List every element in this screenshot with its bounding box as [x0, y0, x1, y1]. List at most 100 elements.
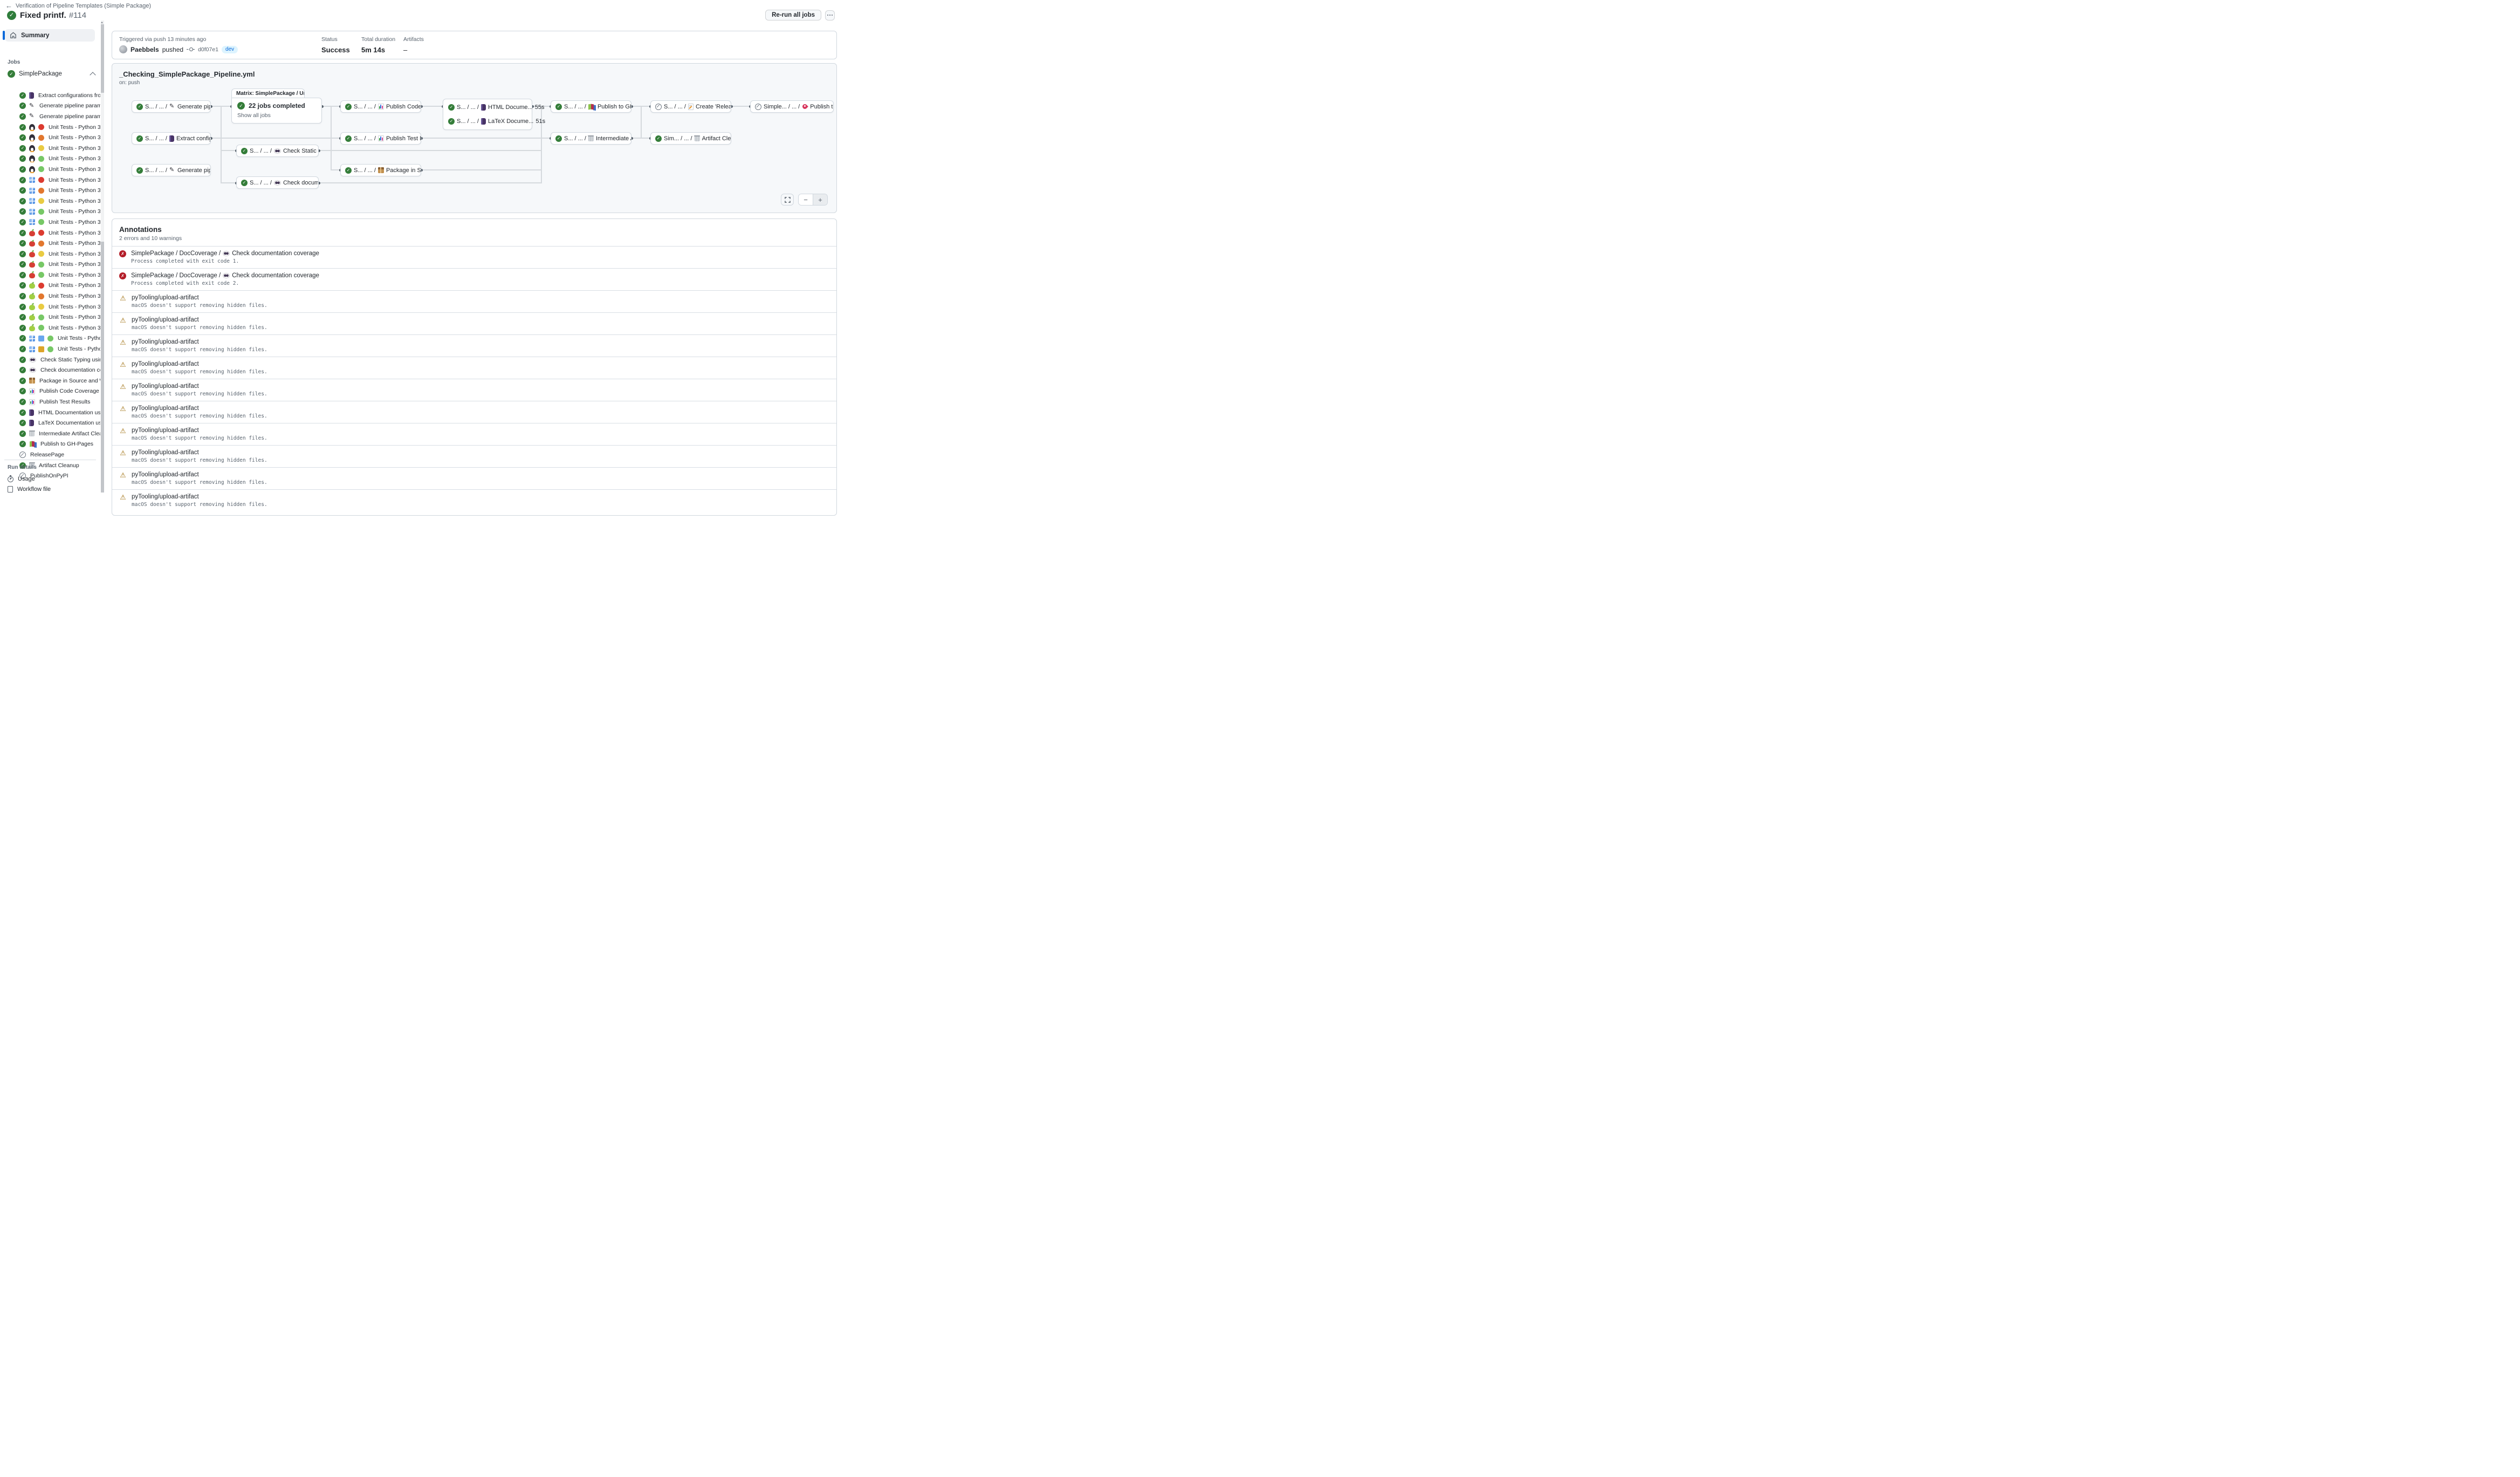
scrollbar-up-arrow[interactable] — [101, 22, 103, 23]
sidebar-job-item[interactable]: ✓Unit Tests - Python 3.10 — [0, 291, 100, 302]
annotation-title[interactable]: pyTooling/upload-artifact — [132, 361, 267, 367]
check-icon: ✓ — [241, 148, 248, 154]
annotation-title[interactable]: SimplePackage / DocCoverage /Check docum… — [131, 250, 319, 257]
sidebar-job-item[interactable]: ✓Unit Tests - Python 3.12 — [0, 207, 100, 217]
sidebar-job-item[interactable]: ✓Unit Tests - Python 3.13 — [0, 217, 100, 228]
sidebar-job-item[interactable]: ✓✎Generate pipeline parameters — [0, 101, 100, 112]
sidebar-job-item[interactable]: ✓Unit Tests - Python 3.9 — [0, 122, 100, 133]
sidebar-job-item[interactable]: ✓Unit Tests - Python 3.9 — [0, 281, 100, 291]
graph-node-publish-code-cov[interactable]: ✓S... / ... /Publish Code C...20s — [340, 100, 421, 113]
sidebar-item-workflow-file[interactable]: Workflow file — [0, 484, 100, 493]
annotation-title[interactable]: pyTooling/upload-artifact — [132, 449, 267, 456]
sidebar-job-item[interactable]: ✓Unit Tests - Python 3.12 — [0, 333, 100, 344]
breadcrumb[interactable]: ← Verification of Pipeline Templates (Si… — [5, 2, 151, 9]
sidebar-job-item[interactable]: ✓Unit Tests - Python 3.13 — [0, 323, 100, 333]
chart-icon — [378, 135, 384, 141]
sidebar-job-item[interactable]: ✓✎Generate pipeline parameters — [0, 111, 100, 122]
check-icon: ✓ — [19, 293, 26, 299]
sidebar-job-item[interactable]: ✓Intermediate Artifact Cleanup — [0, 428, 100, 439]
graph-node-publish-pypi[interactable]: Simple... / ... /Publish to PyPI — [750, 100, 834, 113]
annotation-title[interactable]: pyTooling/upload-artifact — [132, 427, 267, 434]
graph-node-gh-pages[interactable]: ✓S... / ... /Publish to GH-P...7s — [551, 100, 631, 113]
graph-node-generate-1[interactable]: ✓S... / ... /✎Generate pipelin...0s — [132, 100, 211, 113]
sidebar-job-item[interactable]: ✓Extract configurations from p... — [0, 90, 100, 101]
fullscreen-button[interactable] — [781, 194, 794, 206]
sidebar-job-item[interactable]: ✓Unit Tests - Python 3.11 — [0, 143, 100, 154]
graph-node-publish-test[interactable]: ✓S... / ... /Publish Test Re...13s — [340, 132, 421, 145]
avatar[interactable] — [119, 45, 127, 53]
annotation-title[interactable]: SimplePackage / DocCoverage /Check docum… — [131, 272, 319, 279]
sidebar-job-item[interactable]: ✓Unit Tests - Python 3.11 — [0, 249, 100, 259]
sidebar-group-simplepackage[interactable]: ✓ SimplePackage — [8, 70, 95, 78]
branch-badge[interactable]: dev — [222, 46, 238, 53]
show-all-jobs-link[interactable]: Show all jobs — [237, 112, 316, 119]
annotation-title[interactable]: pyTooling/upload-artifact — [132, 383, 267, 389]
sidebar-job-item[interactable]: ✓Unit Tests - Python 3.13 — [0, 164, 100, 175]
zoom-out-button[interactable]: − — [799, 194, 813, 205]
sidebar-job-item[interactable]: ✓Unit Tests - Python 3.9 — [0, 175, 100, 186]
graph-node-extract[interactable]: ✓S... / ... /Extract configur...4s — [132, 132, 211, 145]
trigger-column: Triggered via push 13 minutes ago Paebbe… — [119, 36, 238, 53]
zoom-in-button[interactable]: + — [813, 194, 827, 205]
sidebar-item-summary[interactable]: Summary — [5, 29, 95, 42]
sidebar-job-item[interactable]: ✓Publish Test Results — [0, 396, 100, 407]
job-label: Unit Tests - Python 3.12 — [58, 335, 100, 341]
sidebar-job-item[interactable]: ✓Publish Code Coverage Results — [0, 386, 100, 397]
error-icon: ✗ — [119, 250, 126, 257]
windows-icon — [29, 336, 35, 341]
sidebar-job-item[interactable]: ✓HTML Documentation using ... — [0, 407, 100, 418]
group-node-row[interactable]: ✓S... / ... /LaTeX Docume...51s — [443, 114, 532, 128]
graph-node-intermediate[interactable]: ✓S... / ... /Intermediate A...16s — [551, 132, 631, 145]
sidebar-job-item[interactable]: ✓Unit Tests - Python 3.11 — [0, 196, 100, 207]
annotation-title[interactable]: pyTooling/upload-artifact — [132, 405, 267, 412]
scrollbar-thumb[interactable] — [101, 24, 104, 93]
sidebar-job-item[interactable]: ✓Check Static Typing using Pyt... — [0, 354, 100, 365]
sidebar-job-item[interactable]: ✓Unit Tests - Python 3.11 — [0, 302, 100, 312]
sidebar-job-item[interactable]: ✓Check documentation covera... — [0, 365, 100, 375]
sidebar-job-item[interactable]: ✓Unit Tests - Python 3.10 — [0, 132, 100, 143]
graph-node-package[interactable]: ✓S... / ... /Package in Sou...18s — [340, 164, 421, 176]
back-arrow-icon[interactable]: ← — [5, 2, 12, 9]
annotation-title[interactable]: pyTooling/upload-artifact — [132, 494, 267, 500]
sidebar-job-item[interactable]: ✓Unit Tests - Python 3.12 — [0, 154, 100, 165]
summary-label: Summary — [21, 32, 49, 39]
sidebar-job-item[interactable]: ✓Unit Tests - Python 3.13 — [0, 270, 100, 281]
chevron-up-icon[interactable] — [90, 72, 95, 78]
sidebar-job-item[interactable]: ✓LaTeX Documentation using ... — [0, 418, 100, 428]
graph-node-create-release[interactable]: S... / ... /Create 'Release Pa... — [650, 100, 731, 113]
sidebar-job-item[interactable]: ReleasePage — [0, 449, 100, 460]
actor-name[interactable]: Paebbels — [131, 46, 159, 53]
annotation-title[interactable]: pyTooling/upload-artifact — [132, 471, 267, 478]
sidebar-job-item[interactable]: ✓Unit Tests - Python 3.12 — [0, 312, 100, 323]
group-node-row[interactable]: ✓S... / ... /HTML Docume...55s — [443, 100, 532, 114]
sidebar-job-item[interactable]: ✓Unit Tests - Python 3.12 — [0, 259, 100, 270]
annotation-title[interactable]: pyTooling/upload-artifact — [132, 295, 267, 301]
sidebar-job-item[interactable]: ✓Unit Tests - Python 3.10 — [0, 185, 100, 196]
annotation-title[interactable]: pyTooling/upload-artifact — [132, 339, 267, 345]
matrix-node[interactable]: ✓ 22 jobs completed Show all jobs — [231, 98, 322, 124]
sidebar-job-item[interactable]: ✓Package in Source and Wheel... — [0, 375, 100, 386]
graph-node-check-static[interactable]: ✓S... / ... /Check Static Ty...17s — [236, 145, 319, 157]
kebab-menu-button[interactable] — [825, 10, 835, 20]
commit-sha[interactable]: d0f07e1 — [198, 46, 218, 53]
sidebar-item-usage[interactable]: Usage — [0, 474, 100, 484]
warning-icon: ⚠ — [119, 339, 127, 346]
annotation-title[interactable]: pyTooling/upload-artifact — [132, 317, 267, 323]
graph-node-generate-2[interactable]: ✓S... / ... /✎Generate pipelin...0s — [132, 164, 211, 176]
graph-node-artifact-cleanup[interactable]: ✓Sim... / ... /Artifact Cleanup4s — [650, 132, 731, 145]
trash-icon — [588, 135, 594, 141]
rerun-all-jobs-button[interactable]: Re-run all jobs — [765, 10, 821, 20]
graph-node-check-doc[interactable]: ✓S... / ... /Check docume...18s — [236, 176, 319, 189]
dot-green-icon — [38, 209, 44, 215]
sidebar-job-item[interactable]: ✓Unit Tests - Python 3.9 — [0, 228, 100, 238]
package-icon — [378, 167, 384, 173]
check-icon: ✓ — [19, 240, 26, 247]
breadcrumb-label[interactable]: Verification of Pipeline Templates (Simp… — [16, 3, 151, 9]
job-label: Unit Tests - Python 3.10 — [49, 240, 100, 247]
node-label: Artifact Cleanup — [702, 135, 731, 142]
sidebar-job-item[interactable]: ✓Unit Tests - Python 3.12 — [0, 344, 100, 354]
sidebar-job-item[interactable]: ✓ Unit Tests - Python 3.10 — [0, 238, 100, 249]
sidebar-job-item[interactable]: ✓Publish to GH-Pages — [0, 439, 100, 450]
scrollbar-thumb-lower[interactable] — [101, 242, 104, 493]
check-icon: ✓ — [19, 357, 26, 363]
